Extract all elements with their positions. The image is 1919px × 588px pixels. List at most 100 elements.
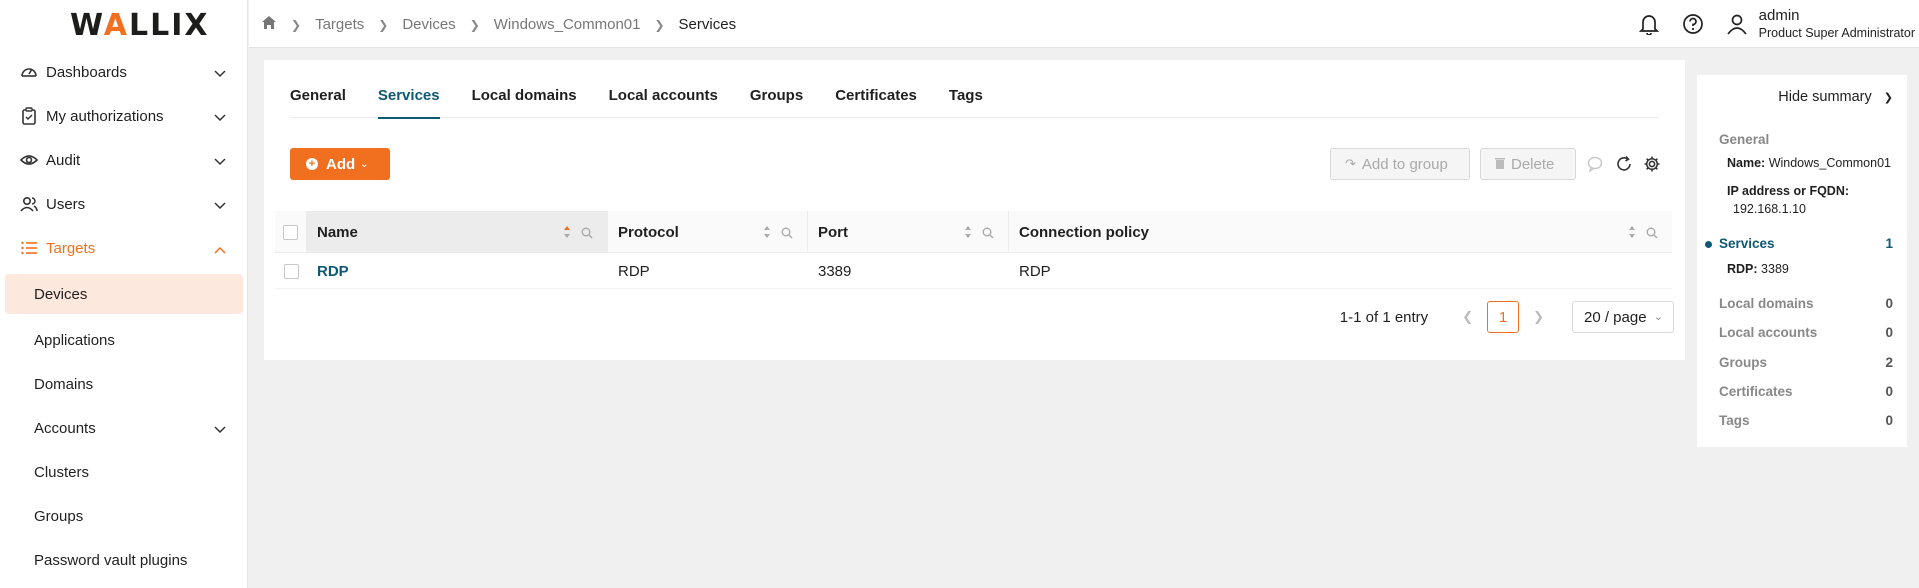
add-to-group-button[interactable]: ↷ Add to group [1330, 148, 1470, 180]
bell-icon[interactable] [1637, 12, 1661, 36]
page-number[interactable]: 1 [1487, 301, 1520, 333]
sidebar-subitem-clusters[interactable]: Clusters [0, 450, 248, 494]
sidebar-subitem-password-vault-plugins[interactable]: Password vault plugins [0, 538, 248, 582]
sort-icon[interactable] [563, 225, 571, 243]
active-section-dot [1705, 241, 1712, 248]
sidebar-subitem-domains[interactable]: Domains [0, 362, 248, 406]
chevron-right-icon: ❯ [654, 17, 665, 32]
summary-general-title[interactable]: General [1719, 132, 1769, 147]
hide-summary-label: Hide summary [1778, 89, 1872, 105]
breadcrumb-device[interactable]: Windows_Common01 [494, 16, 641, 33]
add-to-group-label: Add to group [1361, 155, 1448, 173]
column-header-protocol[interactable]: Protocol [608, 211, 808, 253]
summary-local-accounts[interactable]: Local accounts [1719, 325, 1817, 340]
sidebar-subitem-label: Password vault plugins [34, 551, 188, 569]
summary-groups[interactable]: Groups [1719, 355, 1767, 370]
sidebar-item-label: Users [46, 195, 86, 213]
chevron-right-icon: ❯ [291, 17, 302, 32]
sidebar-subitem-label: Accounts [34, 419, 96, 437]
search-icon[interactable] [581, 226, 593, 243]
hide-summary-button[interactable]: Hide summary ❯ [1778, 89, 1893, 105]
summary-certificates[interactable]: Certificates [1719, 384, 1793, 399]
column-header-connection-policy[interactable]: Connection policy [1009, 211, 1672, 253]
search-icon[interactable] [982, 226, 994, 243]
chat-icon[interactable] [1586, 154, 1606, 174]
gear-icon[interactable] [1642, 154, 1662, 174]
sidebar: WALLIX Dashboards My authorizations Audi… [0, 0, 248, 588]
summary-ip-value: 192.168.1.10 [1733, 202, 1806, 216]
column-header-port[interactable]: Port [808, 211, 1009, 253]
service-name-link[interactable]: RDP [307, 253, 608, 289]
table-header: Name Protocol Port Connection policy [275, 211, 1672, 253]
service-connection-policy: RDP [1019, 262, 1051, 280]
chevron-down-icon [214, 421, 226, 438]
tab-groups[interactable]: Groups [750, 60, 803, 118]
sidebar-item-my-authorizations[interactable]: My authorizations [0, 94, 248, 138]
sort-icon[interactable] [964, 225, 972, 243]
column-tools [1628, 225, 1658, 243]
breadcrumb-targets[interactable]: Targets [315, 16, 364, 33]
user-avatar-icon[interactable] [1725, 12, 1749, 36]
sort-icon[interactable] [1628, 225, 1636, 243]
device-panel: General Services Local domains Local acc… [264, 60, 1685, 360]
top-header: ❯ Targets ❯ Devices ❯ Windows_Common01 ❯… [249, 0, 1919, 48]
sidebar-subitem-accounts[interactable]: Accounts [0, 406, 248, 450]
summary-groups-count: 2 [1885, 355, 1893, 370]
sidebar-subitem-applications[interactable]: Applications [0, 318, 248, 362]
summary-services-title[interactable]: Services [1719, 236, 1775, 251]
sidebar-subitem-label: Groups [34, 507, 84, 525]
breadcrumb-devices[interactable]: Devices [402, 16, 455, 33]
row-checkbox[interactable] [283, 263, 299, 279]
prev-page-icon[interactable]: ❮ [1462, 309, 1473, 325]
summary-name-row: Name: Windows_Common01 [1727, 156, 1891, 170]
sidebar-subitem-label: Devices [34, 285, 88, 303]
chevron-down-icon [214, 197, 226, 214]
tab-services[interactable]: Services [377, 60, 440, 119]
search-icon[interactable] [781, 226, 793, 243]
summary-tags[interactable]: Tags [1719, 413, 1750, 428]
sidebar-item-dashboards[interactable]: Dashboards [0, 50, 248, 94]
add-button[interactable]: + Add ⌄ [290, 148, 390, 180]
column-header-name[interactable]: Name [307, 211, 608, 253]
chevron-right-icon: ❯ [469, 17, 480, 32]
users-icon [20, 195, 38, 213]
page-size-select[interactable]: 20 / page ⌄ [1572, 301, 1674, 333]
select-all-checkbox[interactable] [283, 224, 298, 240]
tab-local-accounts[interactable]: Local accounts [609, 60, 718, 118]
tab-tags[interactable]: Tags [949, 60, 983, 118]
sidebar-item-targets[interactable]: Targets [0, 226, 248, 270]
next-page-icon[interactable]: ❯ [1533, 309, 1544, 325]
wallix-logo[interactable]: WALLIX [70, 8, 210, 43]
search-icon[interactable] [1646, 226, 1658, 243]
sidebar-subitem-devices[interactable]: Devices [5, 274, 243, 314]
pagination-count: 1-1 of 1 entry [1339, 308, 1429, 326]
help-icon[interactable] [1681, 12, 1705, 36]
sidebar-subitem-label: Clusters [34, 463, 90, 481]
refresh-icon[interactable] [1614, 154, 1634, 174]
sidebar-item-users[interactable]: Users [0, 182, 248, 226]
user-menu[interactable]: admin Product Super Administrator [1759, 7, 1915, 41]
sidebar-subitem-groups[interactable]: Groups [0, 494, 248, 538]
sort-icon[interactable] [763, 225, 771, 243]
row-select-cell [275, 253, 307, 289]
dashboard-icon [20, 63, 38, 81]
sidebar-nav: Dashboards My authorizations Audit Users [0, 50, 248, 582]
sidebar-subitem-label: Domains [34, 375, 94, 393]
chevron-right-icon: ❯ [378, 17, 389, 32]
select-all-cell [275, 211, 307, 253]
clipboard-icon [20, 107, 38, 125]
home-icon[interactable] [261, 15, 277, 34]
summary-services-count: 1 [1885, 236, 1893, 251]
summary-ip-key: IP address or FQDN: [1727, 184, 1850, 198]
eye-icon [20, 151, 38, 169]
summary-certificates-count: 0 [1885, 384, 1893, 399]
tab-certificates[interactable]: Certificates [835, 60, 917, 118]
delete-label: Delete [1511, 155, 1555, 173]
summary-local-domains[interactable]: Local domains [1719, 296, 1814, 311]
tab-general[interactable]: General [290, 60, 346, 118]
tab-local-domains[interactable]: Local domains [472, 60, 577, 118]
delete-button[interactable]: Delete [1480, 148, 1576, 180]
column-tools [563, 225, 593, 243]
pagination: 1-1 of 1 entry ❮ 1 ❯ 20 / page ⌄ [1340, 301, 1674, 333]
sidebar-item-audit[interactable]: Audit [0, 138, 248, 182]
